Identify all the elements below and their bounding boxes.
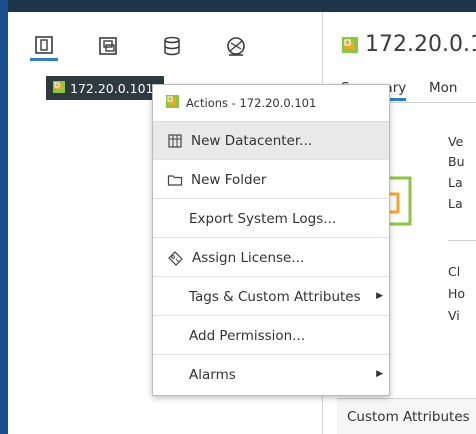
- license-icon: [167, 250, 184, 266]
- summary-label: La: [448, 196, 463, 211]
- tree-node-label: 172.20.0.101: [70, 80, 154, 96]
- networking-icon: [227, 37, 245, 56]
- hosts-clusters-tab[interactable]: [30, 32, 58, 61]
- storage-tab[interactable]: [158, 32, 186, 60]
- menu-item-label: Add Permission...: [189, 327, 306, 344]
- menu-item-new-datacenter[interactable]: New Datacenter...: [153, 122, 389, 160]
- networking-tab[interactable]: [222, 32, 250, 60]
- menu-item-label: Alarms: [189, 367, 236, 383]
- left-edge-strip: [0, 0, 8, 434]
- menu-item-export-system-logs[interactable]: Export System Logs...: [153, 200, 389, 238]
- menu-item-label: New Folder: [191, 171, 267, 188]
- summary-label: Vi: [448, 308, 460, 323]
- menu-item-assign-license[interactable]: Assign License...: [153, 239, 389, 277]
- top-header-bar: [0, 0, 476, 12]
- menu-item-new-folder[interactable]: New Folder: [153, 161, 389, 199]
- summary-label: Ve: [448, 134, 464, 149]
- page-title-text: 172.20.0.1: [365, 32, 476, 57]
- hosts-clusters-icon: [35, 36, 53, 54]
- tree-node-vcenter[interactable]: 172.20.0.101: [46, 76, 164, 100]
- menu-item-add-permission[interactable]: Add Permission...: [153, 317, 389, 355]
- menu-item-label: Export System Logs...: [189, 210, 337, 227]
- context-menu-header: Actions - 172.20.0.101: [153, 85, 389, 122]
- actions-context-menu: Actions - 172.20.0.101 New Datacenter...…: [152, 84, 390, 396]
- submenu-arrow-icon: ▶: [376, 369, 383, 379]
- summary-label: Ho: [448, 286, 466, 301]
- menu-item-label: Tags & Custom Attributes: [189, 288, 361, 305]
- vms-templates-tab[interactable]: [94, 32, 122, 60]
- vms-templates-icon: [99, 37, 117, 55]
- menu-item-tags-custom-attributes[interactable]: Tags & Custom Attributes ▶: [153, 278, 389, 316]
- summary-label: Bu: [448, 154, 465, 169]
- page-title: 172.20.0.1: [341, 32, 476, 57]
- divider: [448, 240, 476, 241]
- context-menu-title: Actions - 172.20.0.101: [186, 96, 317, 110]
- menu-item-label: New Datacenter...: [191, 132, 313, 149]
- summary-label: La: [448, 175, 463, 190]
- folder-icon: [167, 172, 183, 188]
- datacenter-icon: [167, 133, 183, 149]
- vcenter-icon: [52, 80, 66, 97]
- menu-item-alarms[interactable]: Alarms ▶: [153, 356, 389, 394]
- menu-item-label: Assign License...: [192, 249, 305, 266]
- custom-attributes-label: Custom Attributes: [347, 409, 470, 425]
- custom-attributes-panel[interactable]: Custom Attributes: [337, 398, 476, 434]
- inventory-nav-tabs: [8, 32, 322, 64]
- submenu-arrow-icon: ▶: [376, 291, 383, 301]
- summary-label: Cl: [448, 264, 461, 279]
- vcenter-icon: [165, 94, 180, 113]
- tab-monitor[interactable]: Mon: [429, 80, 457, 96]
- vcenter-icon: [342, 36, 358, 53]
- storage-icon: [164, 36, 180, 56]
